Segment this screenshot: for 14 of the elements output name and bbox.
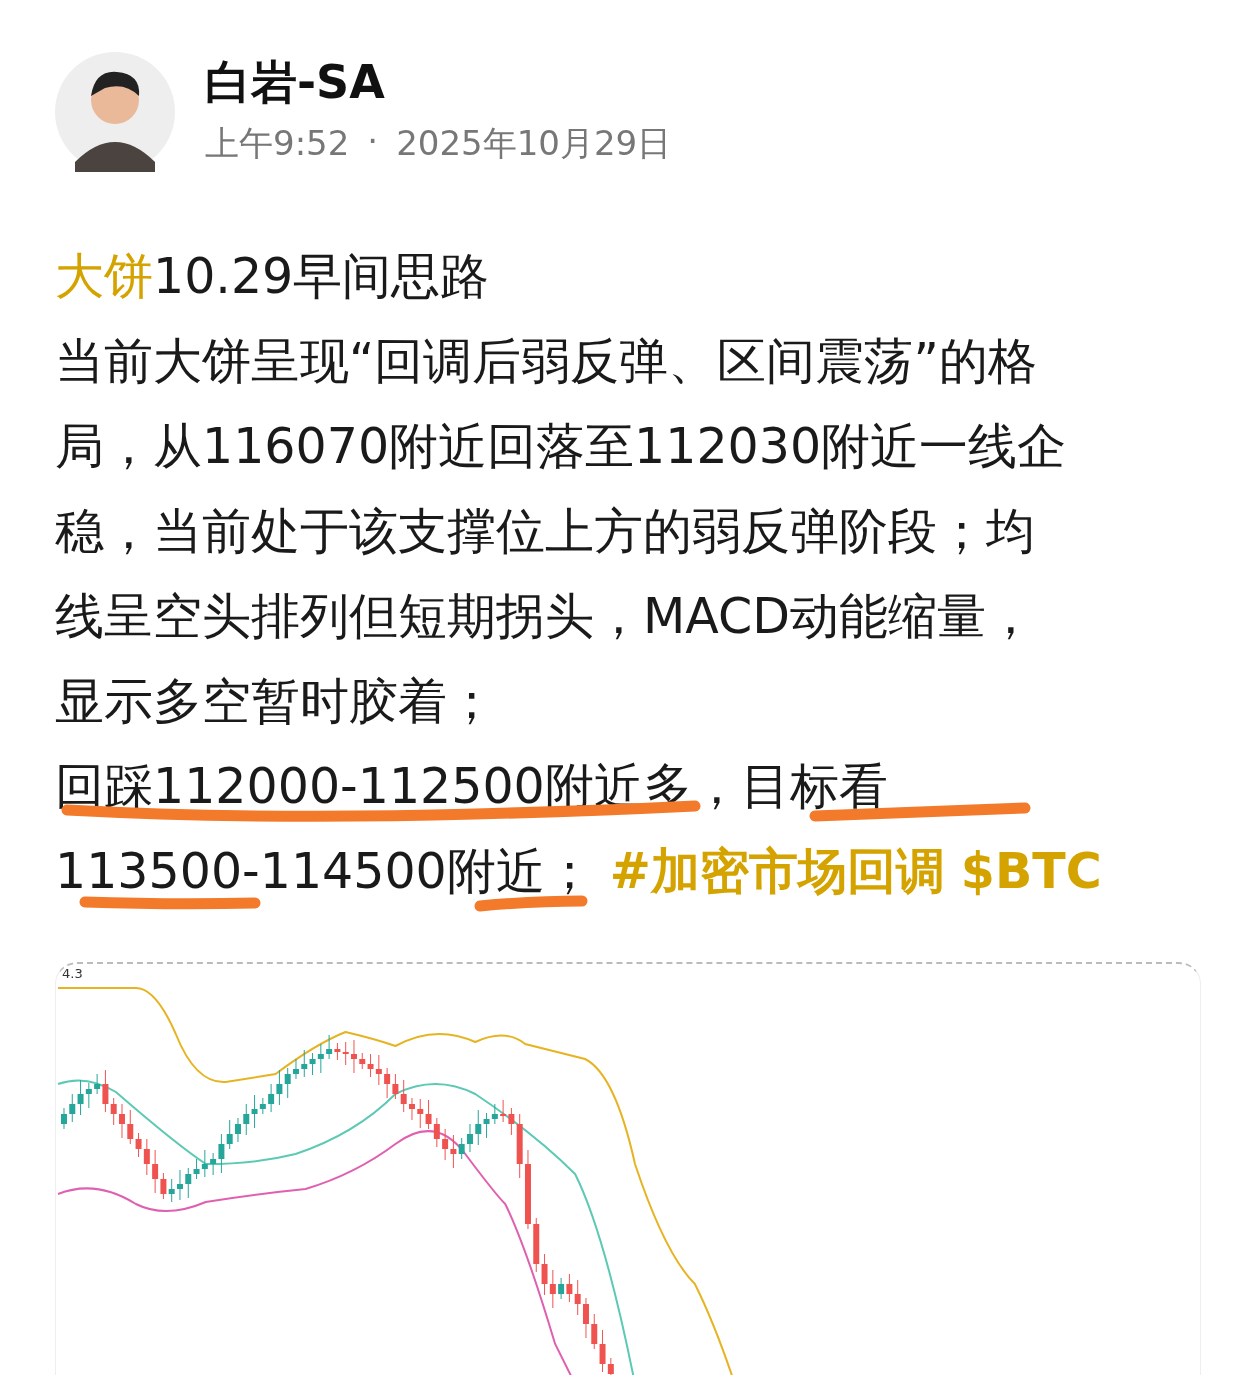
hashtag-link[interactable]: $BTC (960, 844, 1102, 899)
post-text-line: 显示多空暂时胶着； (55, 674, 496, 729)
separator-dot: · (367, 121, 379, 164)
post-date: 2025年10月29日 (396, 122, 672, 166)
axis-tick-label: 4.3 (62, 966, 83, 981)
post-time: 上午9:52 (205, 122, 350, 166)
post-text-line: 当前大饼呈现“回调后弱反弹、区间震荡”的格 (55, 334, 1037, 389)
post-text-line: 113500-114500附近； (55, 844, 594, 899)
post-text-line: 局，从116070附近回落至112030附近一线企 (55, 419, 1067, 474)
author-name[interactable]: 白岩-SA (205, 56, 672, 108)
post-text-line: 稳，当前处于该支撑位上方的弱反弹阶段；均 (55, 504, 1035, 559)
post-text-line: 线呈空头排列但短期拐头，MACD动能缩量， (55, 589, 1035, 644)
hashtag-link[interactable]: #加密市场回调 (609, 844, 945, 899)
post-title: 大饼10.29早间思路 (55, 249, 490, 304)
